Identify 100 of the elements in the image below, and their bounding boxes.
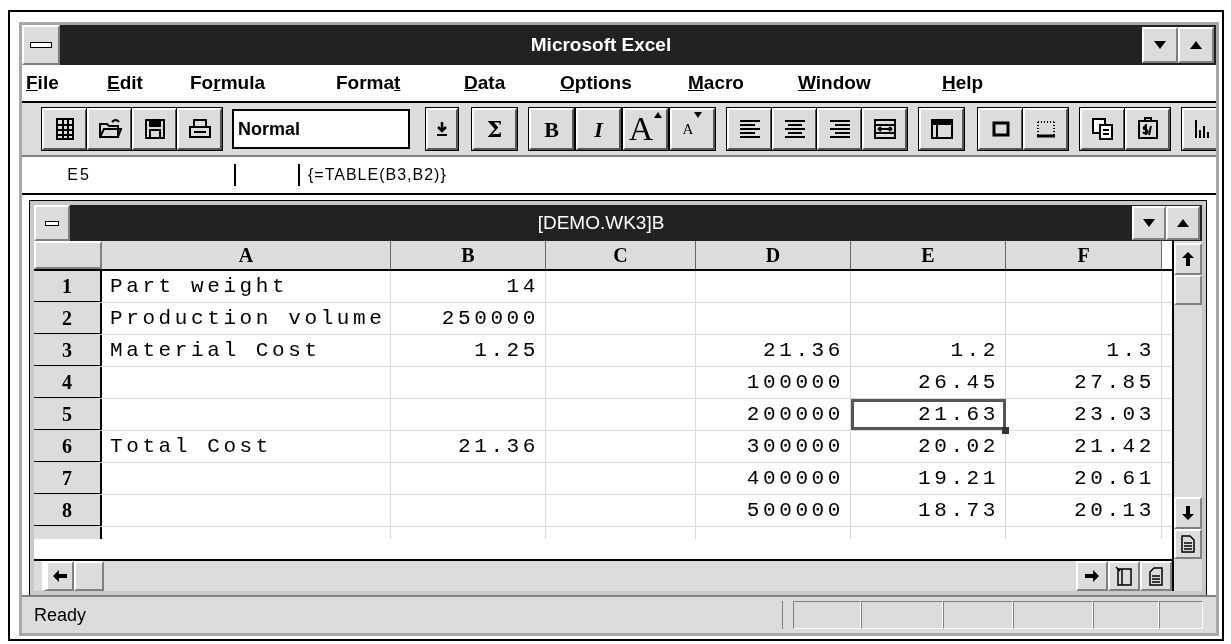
decrease-font-button[interactable]: A — [670, 108, 715, 150]
column-header[interactable]: C — [546, 241, 696, 269]
document-menu-button[interactable] — [34, 205, 70, 241]
table-cell[interactable]: 200000 — [696, 399, 851, 430]
split-view-button[interactable] — [1174, 529, 1202, 559]
table-cell[interactable]: 21.42 — [1006, 431, 1162, 462]
table-cell[interactable]: 1.3 — [1006, 335, 1162, 366]
table-cell[interactable]: 19.21 — [851, 463, 1006, 494]
maximize-button[interactable] — [1178, 27, 1214, 63]
row-header[interactable]: 3 — [34, 335, 102, 366]
row-header[interactable]: 4 — [34, 367, 102, 398]
border-button[interactable] — [978, 108, 1023, 150]
autosum-button[interactable]: Σ — [472, 108, 517, 150]
workbook-title: [DEMO.WK3]B — [536, 210, 666, 235]
down-triangle-icon — [1154, 41, 1166, 49]
table-cell[interactable]: 20.13 — [1006, 495, 1162, 526]
column-header[interactable]: D — [696, 241, 851, 269]
scroll-left-button[interactable] — [42, 561, 74, 591]
scroll-right-button[interactable] — [1076, 561, 1108, 591]
center-across-icon — [871, 116, 898, 142]
chart-button[interactable] — [1182, 108, 1216, 150]
scroll-thumb[interactable] — [1174, 275, 1202, 305]
page-icon — [1181, 535, 1195, 553]
table-cell[interactable]: 21.36 — [696, 335, 851, 366]
down-triangle-icon — [694, 112, 703, 118]
row-header[interactable]: 5 — [34, 399, 102, 430]
window-title: Microsoft Excel — [529, 32, 673, 57]
maximize-button[interactable] — [1166, 206, 1200, 240]
menu-item[interactable]: Help — [942, 68, 984, 98]
minimize-button[interactable] — [1142, 27, 1178, 63]
column-header[interactable]: A — [102, 241, 391, 269]
formula-text: {=TABLE(B3,B2)} — [308, 165, 447, 185]
column-header[interactable]: F — [1006, 241, 1162, 269]
dropdown-button[interactable] — [426, 108, 458, 150]
table-cell[interactable]: Total Cost — [102, 431, 391, 462]
table-cell[interactable]: 26.45 — [851, 367, 1006, 398]
row-header[interactable]: 6 — [34, 431, 102, 462]
table-cell[interactable]: 21.36 — [391, 431, 546, 462]
table-cell[interactable]: 250000 — [391, 303, 546, 334]
table-cell[interactable]: 18.73 — [851, 495, 1006, 526]
table-cell[interactable]: 300000 — [696, 431, 851, 462]
paste-format-button[interactable] — [1125, 108, 1170, 150]
up-arrow-icon — [1182, 252, 1194, 266]
align-left-button[interactable] — [727, 108, 772, 150]
menu-item[interactable]: Data — [464, 68, 506, 98]
sheet-button[interactable] — [1140, 561, 1172, 591]
menu-item[interactable]: Window — [798, 68, 871, 98]
column-header[interactable]: B — [391, 241, 546, 269]
align-center-button[interactable] — [772, 108, 817, 150]
menu-item[interactable]: Formula — [190, 68, 265, 98]
open-button[interactable] — [87, 108, 132, 150]
table-cell[interactable]: 100000 — [696, 367, 851, 398]
left-arrow-icon — [53, 570, 67, 582]
table-cell[interactable]: 1.2 — [851, 335, 1006, 366]
table-cell[interactable]: 400000 — [696, 463, 851, 494]
table-cell[interactable]: 20.61 — [1006, 463, 1162, 494]
italic-button[interactable]: I — [576, 108, 621, 150]
system-menu-button[interactable] — [22, 25, 60, 65]
table-cell[interactable]: Production volume — [102, 303, 391, 334]
table-cell[interactable]: Part weight — [102, 271, 391, 302]
row-header[interactable]: 1 — [34, 271, 102, 302]
outline-view-button[interactable] — [1108, 561, 1140, 591]
style-field[interactable]: Normal — [232, 109, 410, 149]
copy-button[interactable] — [1080, 108, 1125, 150]
row-header[interactable]: 8 — [34, 495, 102, 526]
table-cell[interactable]: 1.25 — [391, 335, 546, 366]
table-cell[interactable]: 27.85 — [1006, 367, 1162, 398]
menu-item[interactable]: Edit — [107, 68, 143, 98]
print-button[interactable] — [177, 108, 222, 150]
scroll-down-button[interactable] — [1174, 497, 1202, 529]
table-cell[interactable]: 14 — [391, 271, 546, 302]
menu-item[interactable]: Options — [560, 68, 632, 98]
menu-item[interactable]: Format — [336, 68, 401, 98]
column-header[interactable]: E — [851, 241, 1006, 269]
table-cell[interactable]: 500000 — [696, 495, 851, 526]
down-arrow-icon — [1182, 506, 1194, 520]
bottom-border-button[interactable] — [1023, 108, 1068, 150]
center-across-button[interactable] — [862, 108, 907, 150]
dash-icon — [30, 42, 52, 48]
outline-border-button[interactable] — [919, 108, 964, 150]
table-cell[interactable]: 21.63 — [851, 399, 1006, 430]
table-cell[interactable]: Material Cost — [102, 335, 391, 366]
scroll-thumb[interactable] — [74, 561, 104, 591]
row-header[interactable]: 2 — [34, 303, 102, 334]
row-header[interactable]: 7 — [34, 463, 102, 494]
scroll-up-button[interactable] — [1174, 243, 1202, 275]
table-cell[interactable]: 23.03 — [1006, 399, 1162, 430]
bold-button[interactable]: B — [529, 108, 574, 150]
align-right-button[interactable] — [817, 108, 862, 150]
copy-icon — [1089, 116, 1116, 142]
minimize-button[interactable] — [1132, 206, 1166, 240]
save-button[interactable] — [132, 108, 177, 150]
fill-handle[interactable] — [1002, 427, 1009, 434]
new-sheet-button[interactable] — [42, 108, 87, 150]
increase-font-button[interactable]: A — [623, 108, 668, 150]
menu-item[interactable]: Macro — [688, 68, 744, 98]
select-all-button[interactable] — [34, 241, 102, 269]
table-cell[interactable]: 20.02 — [851, 431, 1006, 462]
menu-item[interactable]: File — [26, 68, 59, 98]
down-triangle-icon — [1143, 219, 1155, 227]
